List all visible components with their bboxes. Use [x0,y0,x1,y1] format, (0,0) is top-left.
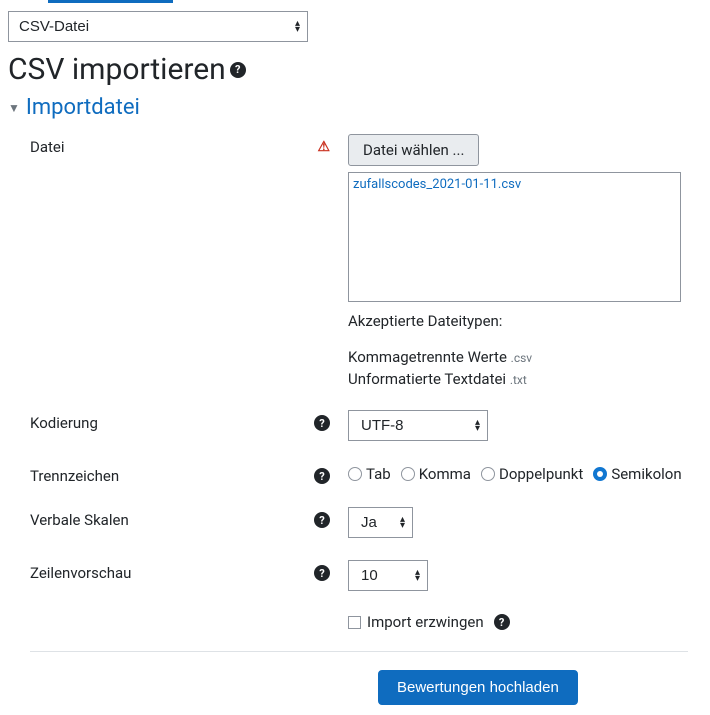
label-encoding: Kodierung [30,414,98,432]
help-icon[interactable]: ? [314,512,330,528]
section-header[interactable]: ▼ Importdatei [8,95,710,120]
checkbox-icon [348,616,361,629]
label-file: Datei [30,138,65,156]
submit-button[interactable]: Bewertungen hochladen [378,670,578,705]
row-file: Datei ⚠ Datei wählen ... zufallscodes_20… [8,134,710,388]
forceimport-checkbox-label[interactable]: Import erzwingen ? [348,613,510,631]
radio-icon [401,467,415,481]
help-icon[interactable]: ? [230,62,246,78]
preview-select[interactable]: 10 [348,560,428,591]
help-icon[interactable]: ? [494,614,510,630]
file-choose-button[interactable]: Datei wählen ... [348,134,479,166]
accepted-type-1: Unformatierte Textdatei .txt [348,370,710,388]
submit-row: Bewertungen hochladen [8,670,710,705]
tab-underline [48,0,173,3]
label-verbalscales: Verbale Skalen [30,511,129,529]
separator-option-semikolon[interactable]: Semikolon [593,465,681,483]
import-plugin-select-wrap: CSV-Datei [8,11,308,42]
encoding-select[interactable]: UTF-8 [348,410,488,441]
separator-radio-group: Tab Komma Doppelpunkt Semikolon [348,463,710,483]
divider [30,651,688,652]
help-icon[interactable]: ? [314,468,330,484]
radio-icon [481,467,495,481]
import-plugin-select[interactable]: CSV-Datei [8,11,308,42]
label-preview: Zeilenvorschau [30,564,131,582]
file-drop-area[interactable]: zufallscodes_2021-01-11.csv [348,172,681,302]
row-forceimport: Import erzwingen ? [8,613,710,633]
separator-option-tab[interactable]: Tab [348,465,391,483]
help-icon[interactable]: ? [314,565,330,581]
separator-option-doppelpunkt[interactable]: Doppelpunkt [481,465,583,483]
radio-icon [348,467,362,481]
verbalscales-select[interactable]: Ja [348,507,413,538]
row-preview: Zeilenvorschau ? 10 [8,560,710,591]
accepted-types-label: Akzeptierte Dateitypen: [348,312,710,330]
required-icon: ⚠ [317,139,330,155]
help-icon[interactable]: ? [314,415,330,431]
row-verbalscales: Verbale Skalen ? Ja [8,507,710,538]
section-title-label: Importdatei [26,95,140,120]
radio-checked-icon [593,467,607,481]
accepted-type-0: Kommagetrennte Werte .csv [348,348,710,366]
label-separator: Trennzeichen [30,467,119,485]
page-title: CSV importieren ? [8,52,710,87]
row-encoding: Kodierung ? UTF-8 [8,410,710,441]
separator-option-komma[interactable]: Komma [401,465,471,483]
uploaded-file-link[interactable]: zufallscodes_2021-01-11.csv [353,177,521,192]
row-separator: Trennzeichen ? Tab Komma Doppelpunkt Sem… [8,463,710,485]
collapse-toggle-icon[interactable]: ▼ [8,101,20,115]
